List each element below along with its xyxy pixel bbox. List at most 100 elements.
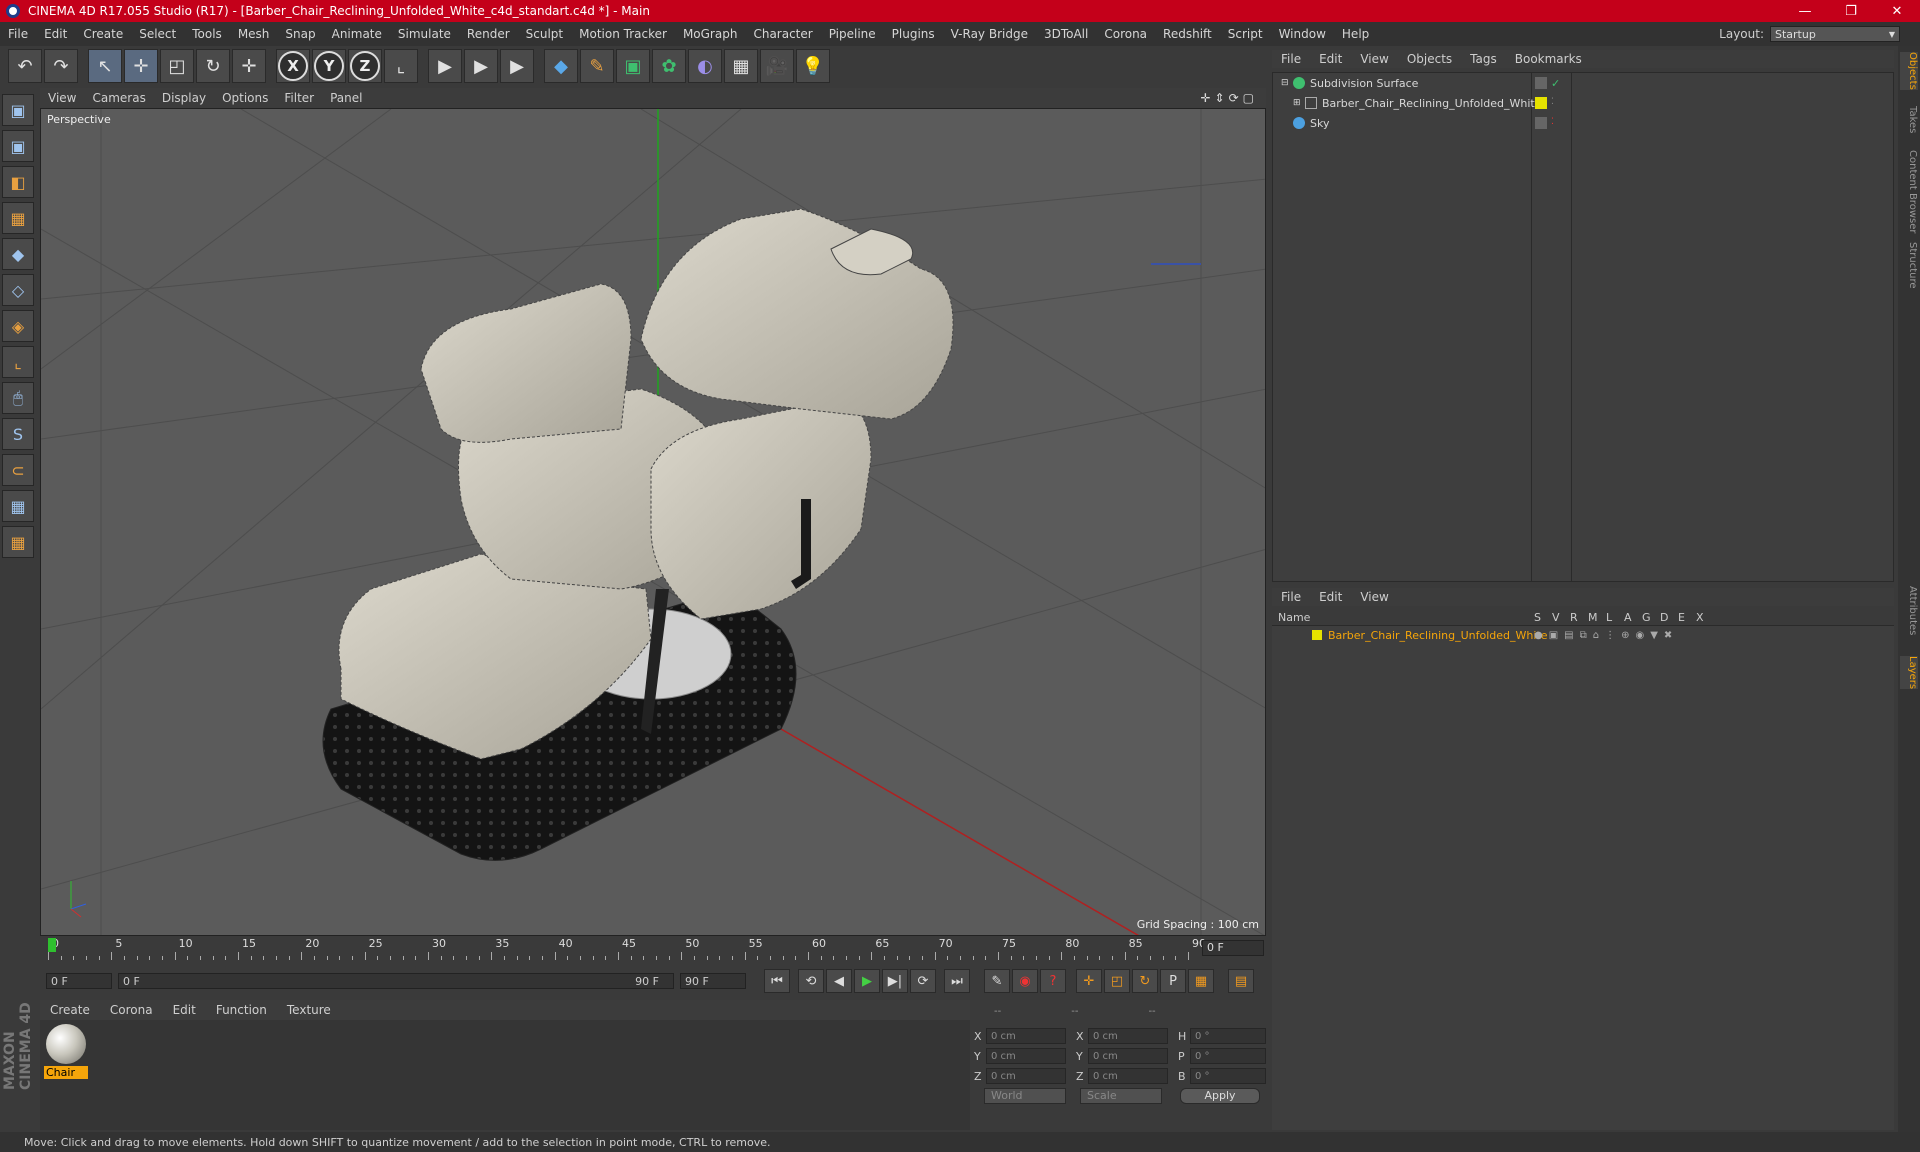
timeline-window-button[interactable]: ▤ xyxy=(1228,969,1254,993)
size-z-field[interactable]: 0 cm xyxy=(1088,1068,1168,1084)
menu-select[interactable]: Select xyxy=(131,27,184,41)
menu-redshift[interactable]: Redshift xyxy=(1155,27,1220,41)
material-menu-edit[interactable]: Edit xyxy=(163,1003,206,1017)
viewport-menu-view[interactable]: View xyxy=(40,91,84,105)
render-settings-button[interactable]: ▶ xyxy=(500,49,534,83)
scale-tool-button[interactable]: ◰ xyxy=(160,49,194,83)
column-locked[interactable]: L xyxy=(1606,611,1612,624)
redo-button[interactable]: ↷ xyxy=(44,49,78,83)
position-x-field[interactable]: 0 cm xyxy=(986,1028,1066,1044)
previous-frame-button[interactable]: ◀ xyxy=(826,969,852,993)
layer-menu-view[interactable]: View xyxy=(1351,590,1397,604)
viewport-menu-cameras[interactable]: Cameras xyxy=(84,91,153,105)
object-menu-objects[interactable]: Objects xyxy=(1398,52,1461,66)
object-menu-bookmarks[interactable]: Bookmarks xyxy=(1506,52,1591,66)
next-key-button[interactable]: ⟳ xyxy=(910,969,936,993)
layout-dropdown[interactable]: Startup ▼ xyxy=(1770,26,1900,42)
layer-toggle-icons[interactable]: ●▣▤⧉⌂⋮⊕◉▼✖ xyxy=(1534,630,1678,641)
menu-snap[interactable]: Snap xyxy=(277,27,323,41)
menu-pipeline[interactable]: Pipeline xyxy=(821,27,884,41)
object-row-sky[interactable]: Sky ⁚ xyxy=(1273,113,1893,133)
menu-tools[interactable]: Tools xyxy=(184,27,230,41)
object-menu-view[interactable]: View xyxy=(1351,52,1397,66)
menu-create[interactable]: Create xyxy=(75,27,131,41)
keyframe-selection-button[interactable]: ? xyxy=(1040,969,1066,993)
edges-mode-button[interactable]: ◇ xyxy=(2,274,34,306)
axis-mode-button[interactable]: ⌞ xyxy=(2,346,34,378)
play-button[interactable]: ▶ xyxy=(854,969,880,993)
menu-motion-tracker[interactable]: Motion Tracker xyxy=(571,27,675,41)
coordinate-mode-dropdown[interactable]: World xyxy=(984,1088,1066,1104)
material-menu-texture[interactable]: Texture xyxy=(277,1003,341,1017)
undo-button[interactable]: ↶ xyxy=(8,49,42,83)
light-button[interactable]: 💡 xyxy=(796,49,830,83)
floor-button[interactable]: ▦ xyxy=(724,49,758,83)
position-y-field[interactable]: 0 cm xyxy=(986,1048,1066,1064)
column-animation[interactable]: A xyxy=(1624,611,1632,624)
expand-icon[interactable]: ⊞ xyxy=(1293,98,1303,108)
playhead[interactable] xyxy=(48,938,56,952)
menu-vray-bridge[interactable]: V-Ray Bridge xyxy=(943,27,1036,41)
multi-tool-button[interactable]: ✛ xyxy=(232,49,266,83)
menu-corona[interactable]: Corona xyxy=(1096,27,1155,41)
render-view-button[interactable]: ▶ xyxy=(428,49,462,83)
collapse-icon[interactable]: ⊟ xyxy=(1281,78,1291,88)
frame-ruler[interactable]: 051015202530354045505560657075808590 xyxy=(48,936,1206,962)
key-scale-button[interactable]: ◰ xyxy=(1104,969,1130,993)
layer-menu-file[interactable]: File xyxy=(1272,590,1310,604)
column-expressions[interactable]: E xyxy=(1678,611,1685,624)
menu-character[interactable]: Character xyxy=(745,27,820,41)
cube-object-button[interactable]: ◆ xyxy=(544,49,578,83)
column-solo[interactable]: S xyxy=(1534,611,1541,624)
column-xref[interactable]: X xyxy=(1696,611,1704,624)
menu-script[interactable]: Script xyxy=(1220,27,1271,41)
y-axis-button[interactable]: Y xyxy=(312,49,346,83)
frame-range-slider[interactable]: 0 F 90 F xyxy=(118,973,674,989)
editor-visibility-icon[interactable] xyxy=(1535,77,1547,89)
rotation-p-field[interactable]: 0 ° xyxy=(1190,1048,1266,1064)
menu-file[interactable]: File xyxy=(0,27,36,41)
object-row-barber-chair[interactable]: ⊞ Barber_Chair_Reclining_Unfolded_White … xyxy=(1273,93,1893,113)
menu-mograph[interactable]: MoGraph xyxy=(675,27,746,41)
material-menu-function[interactable]: Function xyxy=(206,1003,277,1017)
solo-button[interactable]: S xyxy=(2,418,34,450)
tab-layers[interactable]: Layers xyxy=(1900,656,1918,690)
check-icon[interactable]: ✓ xyxy=(1551,77,1563,90)
workplane-grid-button[interactable]: ▦ xyxy=(2,526,34,558)
model-mode-button[interactable]: ▣ xyxy=(2,130,34,162)
end-frame-field[interactable]: 90 F xyxy=(680,973,746,989)
object-menu-file[interactable]: File xyxy=(1272,52,1310,66)
make-editable-button[interactable]: ▣ xyxy=(2,94,34,126)
menu-render[interactable]: Render xyxy=(459,27,518,41)
column-render[interactable]: R xyxy=(1570,611,1578,624)
tab-content-browser[interactable]: Content Browser xyxy=(1900,150,1918,233)
visibility-dots-icon[interactable]: ⁚ xyxy=(1551,97,1563,109)
go-to-end-button[interactable]: ⏭ xyxy=(944,969,970,993)
column-view[interactable]: V xyxy=(1552,611,1560,624)
material-menu-create[interactable]: Create xyxy=(40,1003,100,1017)
tweak-mode-button[interactable]: 🖱 xyxy=(2,382,34,414)
coordinate-system-button[interactable]: ⌞ xyxy=(384,49,418,83)
rotation-b-field[interactable]: 0 ° xyxy=(1190,1068,1266,1084)
tab-takes[interactable]: Takes xyxy=(1900,106,1918,133)
layer-color-swatch[interactable] xyxy=(1312,630,1322,640)
layer-color-icon[interactable] xyxy=(1535,97,1547,109)
3d-viewport[interactable]: Perspective Grid Spacing : 100 cm xyxy=(40,108,1266,936)
object-menu-tags[interactable]: Tags xyxy=(1461,52,1506,66)
viewport-navigation-icons[interactable]: ✛⇕⟳▢ xyxy=(1200,91,1258,105)
viewport-menu-filter[interactable]: Filter xyxy=(276,91,322,105)
tab-attributes[interactable]: Attributes xyxy=(1900,586,1918,635)
current-frame-field[interactable]: 0 F xyxy=(1202,940,1264,956)
menu-edit[interactable]: Edit xyxy=(36,27,75,41)
key-rotation-button[interactable]: ↻ xyxy=(1132,969,1158,993)
object-row-subdivision-surface[interactable]: ⊟ Subdivision Surface ✓ xyxy=(1273,73,1893,93)
maximize-button[interactable]: ❐ xyxy=(1828,4,1874,19)
x-axis-button[interactable]: X xyxy=(276,49,310,83)
close-button[interactable]: ✕ xyxy=(1874,4,1920,19)
column-name[interactable]: Name xyxy=(1278,611,1310,624)
minimize-button[interactable]: — xyxy=(1782,4,1828,19)
column-manager[interactable]: M xyxy=(1588,611,1598,624)
viewport-menu-panel[interactable]: Panel xyxy=(322,91,370,105)
snap-button[interactable]: ⊂ xyxy=(2,454,34,486)
z-axis-button[interactable]: Z xyxy=(348,49,382,83)
